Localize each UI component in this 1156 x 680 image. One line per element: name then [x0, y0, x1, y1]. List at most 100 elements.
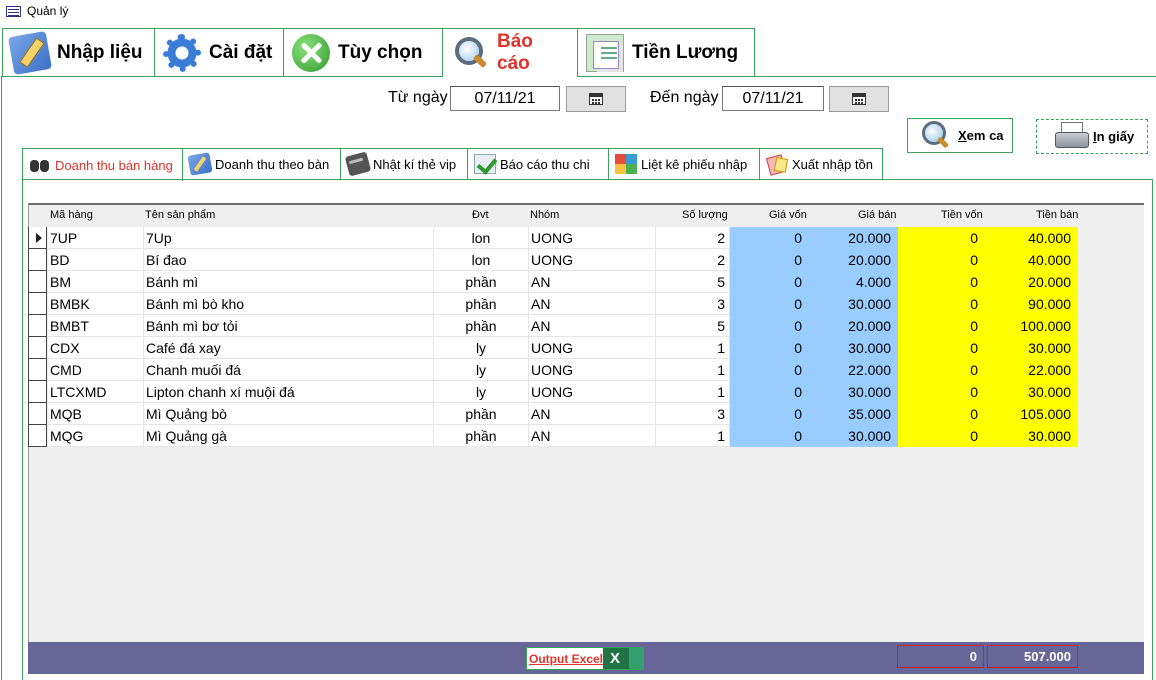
- cell-so-luong[interactable]: 1: [656, 359, 730, 381]
- cell-tien-ban[interactable]: 90.000: [985, 293, 1078, 315]
- cell-nhom[interactable]: AN: [529, 293, 656, 315]
- cell-gia-ban[interactable]: 30.000: [809, 293, 898, 315]
- table-row[interactable]: CDX Café đá xay ly UONG 1 0 30.000 0 30.…: [28, 337, 1078, 359]
- cell-ma-hang[interactable]: BM: [48, 271, 144, 293]
- cell-nhom[interactable]: UONG: [529, 359, 656, 381]
- cell-tien-von[interactable]: 0: [898, 381, 985, 403]
- cell-ma-hang[interactable]: CDX: [48, 337, 144, 359]
- column-header[interactable]: Giá bán: [858, 209, 897, 221]
- subtab-xuat-nhap-ton[interactable]: Xuất nhập tồn: [759, 148, 883, 179]
- cell-dvt[interactable]: phần: [434, 315, 529, 337]
- row-selector[interactable]: [28, 227, 47, 249]
- cell-nhom[interactable]: AN: [529, 315, 656, 337]
- cell-ma-hang[interactable]: 7UP: [48, 227, 144, 249]
- cell-gia-von[interactable]: 0: [730, 315, 809, 337]
- cell-tien-ban[interactable]: 30.000: [985, 337, 1078, 359]
- column-header[interactable]: Tiền vốn: [941, 209, 983, 221]
- cell-ma-hang[interactable]: BMBK: [48, 293, 144, 315]
- subtab-bao-cao-thu-chi[interactable]: Báo cáo thu chi: [467, 148, 609, 179]
- cell-gia-von[interactable]: 0: [730, 293, 809, 315]
- subtab-doanh-thu-ban-hang[interactable]: Doanh thu bán hàng: [22, 148, 183, 181]
- column-header[interactable]: Giá vốn: [769, 209, 807, 221]
- cell-dvt[interactable]: ly: [434, 381, 529, 403]
- table-row[interactable]: MQB Mì Quảng bò phần AN 3 0 35.000 0 105…: [28, 403, 1078, 425]
- tab-bao-cao[interactable]: Báo cáo: [442, 28, 578, 76]
- subtab-nhat-ki-the-vip[interactable]: Nhật kí thẻ vip: [340, 148, 468, 179]
- cell-gia-ban[interactable]: 35.000: [809, 403, 898, 425]
- cell-tien-von[interactable]: 0: [898, 271, 985, 293]
- cell-gia-ban[interactable]: 4.000: [809, 271, 898, 293]
- cell-so-luong[interactable]: 3: [656, 403, 730, 425]
- cell-tien-von[interactable]: 0: [898, 315, 985, 337]
- from-date-field[interactable]: 07/11/21: [450, 86, 560, 111]
- row-selector[interactable]: [28, 249, 47, 271]
- table-row[interactable]: 7UP 7Up lon UONG 2 0 20.000 0 40.000: [28, 227, 1078, 249]
- cell-so-luong[interactable]: 1: [656, 425, 730, 447]
- cell-tien-ban[interactable]: 20.000: [985, 271, 1078, 293]
- cell-dvt[interactable]: lon: [434, 249, 529, 271]
- cell-nhom[interactable]: AN: [529, 403, 656, 425]
- cell-nhom[interactable]: UONG: [529, 249, 656, 271]
- row-selector[interactable]: [28, 381, 47, 403]
- tab-cai-dat[interactable]: Cài đặt: [154, 28, 284, 76]
- cell-gia-von[interactable]: 0: [730, 249, 809, 271]
- print-button[interactable]: In giấy: [1036, 119, 1148, 154]
- cell-nhom[interactable]: UONG: [529, 381, 656, 403]
- row-selector[interactable]: [28, 293, 47, 315]
- cell-tien-von[interactable]: 0: [898, 293, 985, 315]
- cell-tien-ban[interactable]: 30.000: [985, 425, 1078, 447]
- cell-ten-san-pham[interactable]: Bí đao: [144, 249, 434, 271]
- cell-tien-von[interactable]: 0: [898, 403, 985, 425]
- table-row[interactable]: BM Bánh mì phần AN 5 0 4.000 0 20.000: [28, 271, 1078, 293]
- cell-tien-von[interactable]: 0: [898, 359, 985, 381]
- cell-so-luong[interactable]: 1: [656, 337, 730, 359]
- cell-ten-san-pham[interactable]: Café đá xay: [144, 337, 434, 359]
- cell-ten-san-pham[interactable]: Chanh muối đá: [144, 359, 434, 381]
- cell-gia-ban[interactable]: 20.000: [809, 249, 898, 271]
- column-header[interactable]: Tên sản phẩm: [145, 209, 215, 221]
- cell-gia-von[interactable]: 0: [730, 271, 809, 293]
- row-selector[interactable]: [28, 337, 47, 359]
- cell-gia-von[interactable]: 0: [730, 381, 809, 403]
- row-selector[interactable]: [28, 315, 47, 337]
- table-row[interactable]: CMD Chanh muối đá ly UONG 1 0 22.000 0 2…: [28, 359, 1078, 381]
- cell-ma-hang[interactable]: MQB: [48, 403, 144, 425]
- cell-dvt[interactable]: ly: [434, 337, 529, 359]
- cell-dvt[interactable]: ly: [434, 359, 529, 381]
- cell-so-luong[interactable]: 2: [656, 249, 730, 271]
- tab-tien-luong[interactable]: Tiền Lương: [577, 28, 755, 76]
- cell-ma-hang[interactable]: LTCXMD: [48, 381, 144, 403]
- cell-so-luong[interactable]: 1: [656, 381, 730, 403]
- cell-ten-san-pham[interactable]: Mì Quảng bò: [144, 403, 434, 425]
- cell-ten-san-pham[interactable]: Bánh mì bơ tỏi: [144, 315, 434, 337]
- table-row[interactable]: BMBK Bánh mì bò kho phần AN 3 0 30.000 0…: [28, 293, 1078, 315]
- cell-nhom[interactable]: UONG: [529, 227, 656, 249]
- cell-tien-ban[interactable]: 100.000: [985, 315, 1078, 337]
- cell-gia-ban[interactable]: 20.000: [809, 315, 898, 337]
- cell-tien-ban[interactable]: 40.000: [985, 249, 1078, 271]
- cell-so-luong[interactable]: 2: [656, 227, 730, 249]
- cell-dvt[interactable]: phần: [434, 403, 529, 425]
- cell-dvt[interactable]: phần: [434, 425, 529, 447]
- cell-tien-ban[interactable]: 30.000: [985, 381, 1078, 403]
- cell-gia-ban[interactable]: 22.000: [809, 359, 898, 381]
- cell-ten-san-pham[interactable]: Mì Quảng gà: [144, 425, 434, 447]
- cell-nhom[interactable]: UONG: [529, 337, 656, 359]
- cell-tien-ban[interactable]: 105.000: [985, 403, 1078, 425]
- cell-gia-von[interactable]: 0: [730, 359, 809, 381]
- column-header[interactable]: Số lượng: [682, 209, 728, 221]
- cell-tien-ban[interactable]: 22.000: [985, 359, 1078, 381]
- cell-tien-von[interactable]: 0: [898, 337, 985, 359]
- row-selector[interactable]: [28, 403, 47, 425]
- cell-ma-hang[interactable]: MQG: [48, 425, 144, 447]
- cell-gia-ban[interactable]: 30.000: [809, 381, 898, 403]
- subtab-liet-ke-phieu-nhap[interactable]: Liệt kê phiếu nhập: [608, 148, 760, 179]
- table-row[interactable]: MQG Mì Quảng gà phần AN 1 0 30.000 0 30.…: [28, 425, 1078, 447]
- cell-dvt[interactable]: phần: [434, 293, 529, 315]
- cell-gia-ban[interactable]: 20.000: [809, 227, 898, 249]
- cell-tien-von[interactable]: 0: [898, 425, 985, 447]
- cell-tien-von[interactable]: 0: [898, 249, 985, 271]
- cell-ten-san-pham[interactable]: Bánh mì bò kho: [144, 293, 434, 315]
- column-header[interactable]: Đvt: [472, 209, 489, 221]
- cell-so-luong[interactable]: 5: [656, 315, 730, 337]
